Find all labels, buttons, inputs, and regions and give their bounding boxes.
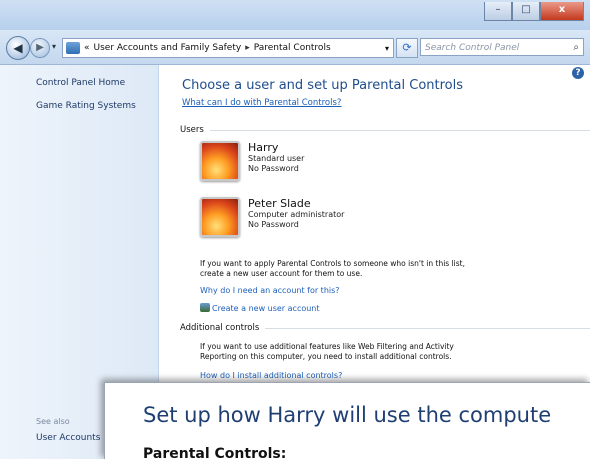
address-dropdown-icon[interactable]: ▾ bbox=[385, 44, 389, 53]
address-toolbar: ◀ ▶ ▾ « User Accounts and Family Safety … bbox=[0, 30, 590, 65]
forward-arrow-icon: ▶ bbox=[36, 42, 44, 53]
forward-button[interactable]: ▶ bbox=[30, 38, 50, 58]
user-name: Peter Slade bbox=[248, 197, 311, 210]
user-type: Computer administrator bbox=[248, 210, 345, 219]
install-controls-link[interactable]: How do I install additional controls? bbox=[200, 371, 342, 380]
breadcrumb-user-accounts[interactable]: User Accounts and Family Safety bbox=[94, 43, 242, 53]
sidebar-item-game-rating-systems[interactable]: Game Rating Systems bbox=[36, 101, 136, 111]
user-info: Harry Standard user No Password bbox=[248, 141, 304, 181]
control-panel-window: – □ x ◀ ▶ ▾ « User Accounts and Family S… bbox=[0, 0, 590, 459]
breadcrumb-overflow-icon[interactable]: « bbox=[84, 43, 90, 53]
user-password-status: No Password bbox=[248, 164, 299, 173]
refresh-icon: ⟳ bbox=[402, 41, 412, 54]
apply-controls-text: If you want to apply Parental Controls t… bbox=[200, 259, 530, 279]
additional-text-line: Reporting on this computer, you need to … bbox=[200, 352, 452, 361]
breadcrumb-parental-controls[interactable]: Parental Controls bbox=[254, 43, 331, 53]
back-arrow-icon: ◀ bbox=[13, 41, 23, 55]
see-also-heading: See also bbox=[36, 417, 70, 426]
page-title: Choose a user and set up Parental Contro… bbox=[182, 78, 464, 93]
refresh-button[interactable]: ⟳ bbox=[396, 38, 418, 58]
user-controls-window: Set up how Harry will use the compute Pa… bbox=[104, 382, 590, 459]
user-name: Harry bbox=[248, 141, 279, 154]
maximize-button[interactable]: □ bbox=[512, 2, 540, 21]
additional-text-line: If you want to use additional features l… bbox=[200, 342, 454, 351]
breadcrumb-separator-icon[interactable]: ▸ bbox=[245, 43, 250, 53]
sidebar-item-user-accounts[interactable]: User Accounts bbox=[36, 433, 100, 443]
search-placeholder: Search Control Panel bbox=[425, 43, 520, 53]
sidebar-item-control-panel-home[interactable]: Control Panel Home bbox=[36, 78, 125, 88]
additional-controls-heading: Additional controls bbox=[180, 323, 590, 333]
search-icon[interactable]: ⌕ bbox=[573, 39, 579, 57]
user-avatar-icon bbox=[200, 197, 240, 237]
parental-controls-heading: Parental Controls: bbox=[143, 446, 287, 459]
address-bar[interactable]: « User Accounts and Family Safety ▸ Pare… bbox=[62, 38, 394, 58]
title-bar[interactable]: – □ x bbox=[0, 0, 590, 30]
back-button[interactable]: ◀ bbox=[6, 36, 30, 60]
user-controls-title: Set up how Harry will use the compute bbox=[143, 403, 552, 427]
window-controls: – □ x bbox=[484, 2, 584, 21]
users-section-heading: Users bbox=[180, 125, 590, 135]
additional-controls-label: Additional controls bbox=[180, 323, 260, 333]
create-user-account-link[interactable]: Create a new user account bbox=[200, 303, 320, 313]
apply-text-line: If you want to apply Parental Controls t… bbox=[200, 259, 465, 268]
user-password-status: No Password bbox=[248, 220, 299, 229]
user-avatar-icon bbox=[200, 141, 240, 181]
user-type: Standard user bbox=[248, 154, 305, 163]
apply-text-line: create a new user account for them to us… bbox=[200, 269, 363, 278]
close-button[interactable]: x bbox=[540, 2, 584, 21]
additional-controls-text: If you want to use additional features l… bbox=[200, 342, 530, 362]
help-icon[interactable]: ? bbox=[572, 67, 584, 79]
control-panel-icon bbox=[66, 42, 80, 54]
what-can-i-do-link[interactable]: What can I do with Parental Controls? bbox=[182, 98, 341, 108]
user-tile-harry[interactable]: Harry Standard user No Password bbox=[200, 141, 304, 181]
user-tile-peter-slade[interactable]: Peter Slade Computer administrator No Pa… bbox=[200, 197, 344, 237]
user-accounts-icon bbox=[200, 303, 210, 312]
minimize-button[interactable]: – bbox=[484, 2, 512, 21]
user-info: Peter Slade Computer administrator No Pa… bbox=[248, 197, 344, 237]
why-need-account-link[interactable]: Why do I need an account for this? bbox=[200, 286, 340, 295]
users-label: Users bbox=[180, 125, 204, 135]
search-input[interactable]: Search Control Panel ⌕ bbox=[420, 38, 584, 56]
create-user-account-label: Create a new user account bbox=[212, 304, 320, 313]
recent-pages-chevron-icon[interactable]: ▾ bbox=[52, 42, 56, 51]
